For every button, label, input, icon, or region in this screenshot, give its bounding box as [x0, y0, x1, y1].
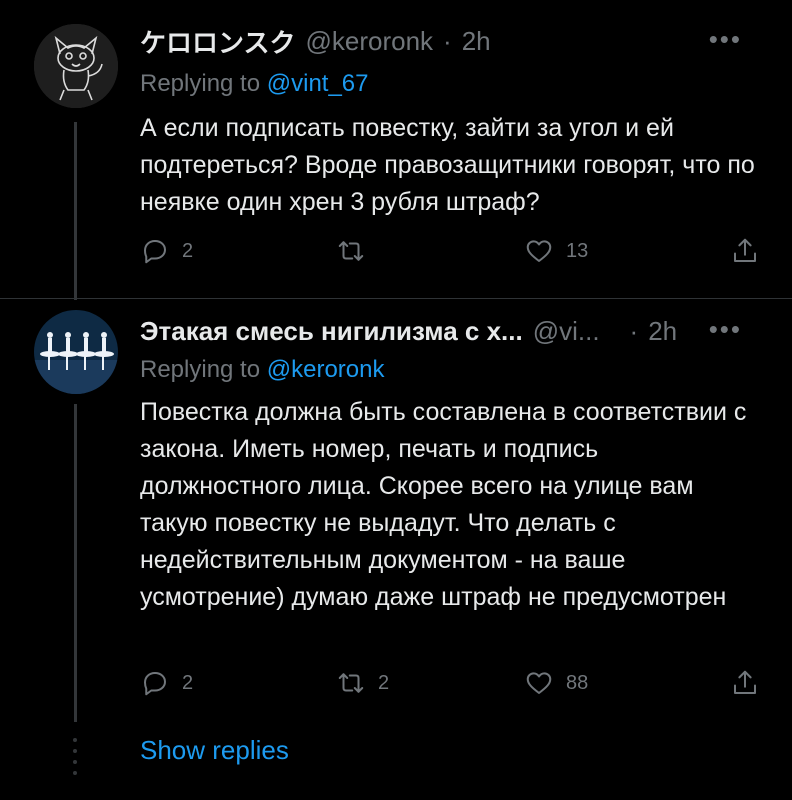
- replying-to-label: Replying to: [140, 356, 261, 383]
- like-count: 88: [566, 671, 589, 694]
- retweet-count: 2: [378, 671, 390, 694]
- replying-to: Replying to @vint_67: [140, 70, 369, 98]
- separator-dot: ·: [629, 315, 639, 346]
- more-options-icon[interactable]: •••: [709, 24, 742, 55]
- mention-link[interactable]: @keroronk: [267, 356, 385, 383]
- thread-line: [74, 122, 77, 300]
- display-name[interactable]: ケロロンスク: [140, 23, 295, 60]
- retweet-icon: [338, 673, 364, 693]
- mention-link[interactable]: @vint_67: [267, 70, 369, 97]
- like-count: 13: [566, 239, 589, 262]
- replying-to-label: Replying to: [140, 70, 261, 97]
- reply-count: 2: [182, 239, 194, 262]
- share-icon: [734, 670, 756, 694]
- tweet-1[interactable]: ケロロンスク @keroronk · 2h ••• Replying to @v…: [0, 0, 792, 300]
- reply-count: 2: [182, 671, 194, 694]
- action-bar: 2 13: [140, 236, 760, 276]
- show-replies-link[interactable]: Show replies: [140, 735, 289, 766]
- reply-button[interactable]: 2: [140, 236, 193, 266]
- display-name[interactable]: Этакая смесь нигилизма с х...: [140, 316, 523, 347]
- reply-button[interactable]: 2: [140, 668, 193, 698]
- cat-sketch-avatar-icon: [34, 24, 118, 108]
- ballet-photo-avatar-icon: [34, 310, 118, 394]
- like-icon: [526, 240, 552, 262]
- tweet-header: ケロロンスク @keroronk · 2h •••: [140, 24, 772, 58]
- replying-to: Replying to @keroronk: [140, 356, 385, 384]
- share-button[interactable]: [730, 236, 760, 266]
- retweet-icon: [338, 241, 364, 261]
- tweet-text: А если подписать повестку, зайти за угол…: [140, 114, 755, 216]
- retweet-button[interactable]: 2: [336, 668, 389, 698]
- share-button[interactable]: [730, 668, 760, 698]
- avatar[interactable]: [34, 310, 118, 394]
- like-button[interactable]: 88: [524, 668, 588, 698]
- like-button[interactable]: 13: [524, 236, 588, 266]
- tweet-header: Этакая смесь нигилизма с х... @vi... · 2…: [140, 314, 772, 348]
- reply-icon: [144, 240, 166, 264]
- username[interactable]: @keroronk: [305, 26, 433, 57]
- share-icon: [734, 238, 756, 262]
- action-bar: 2 2 88: [140, 668, 760, 708]
- like-icon: [526, 672, 552, 694]
- tweet-2[interactable]: Этакая смесь нигилизма с х... @vi... · 2…: [0, 300, 792, 730]
- reply-icon: [144, 672, 166, 696]
- timestamp[interactable]: 2h: [648, 316, 677, 347]
- avatar[interactable]: [34, 24, 118, 108]
- more-options-icon[interactable]: •••: [709, 314, 742, 345]
- retweet-button[interactable]: [336, 236, 378, 266]
- tweet-text: Повестка должна быть составлена в соотве…: [140, 398, 747, 611]
- separator-dot: ·: [443, 25, 452, 56]
- divider: [0, 298, 792, 299]
- timestamp[interactable]: 2h: [462, 26, 491, 57]
- more-replies-dots: [73, 738, 77, 782]
- thread-line: [74, 404, 77, 722]
- username[interactable]: @vi...: [533, 316, 600, 347]
